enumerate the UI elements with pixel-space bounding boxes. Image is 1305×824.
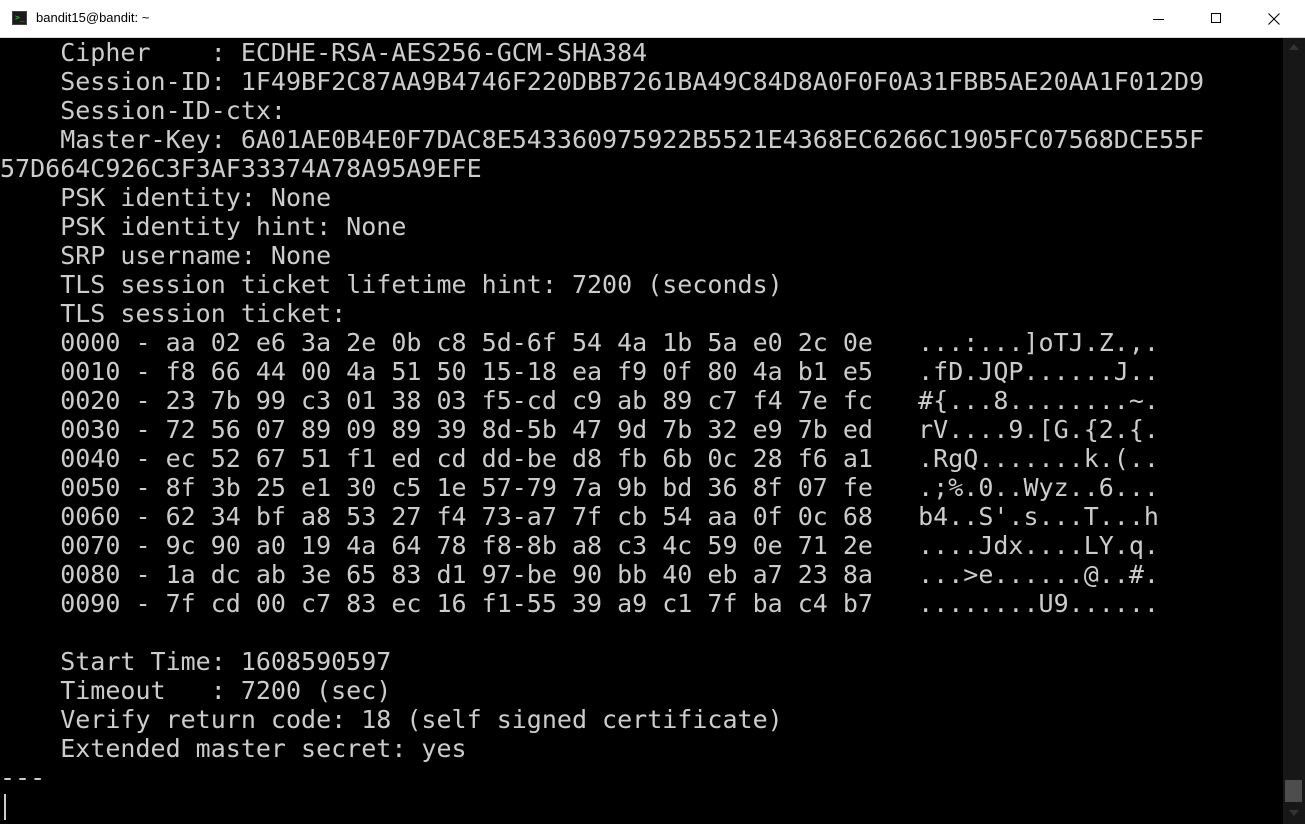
- terminal-line: 0000 - aa 02 e6 3a 2e 0b c8 5d-6f 54 4a …: [0, 328, 1159, 357]
- title-bar[interactable]: >_ bandit15@bandit: ~: [0, 0, 1305, 38]
- terminal-line: PSK identity: None: [0, 183, 332, 212]
- terminal-line: ---: [0, 763, 46, 792]
- minimize-icon: [1153, 19, 1164, 20]
- terminal-line: 0080 - 1a dc ab 3e 65 83 d1 97-be 90 bb …: [0, 560, 1159, 589]
- terminal-line: Verify return code: 18 (self signed cert…: [0, 705, 783, 734]
- terminal-line: 0020 - 23 7b 99 c3 01 38 03 f5-cd c9 ab …: [0, 386, 1159, 415]
- terminal-line: 0040 - ec 52 67 51 f1 ed cd dd-be d8 fb …: [0, 444, 1159, 473]
- arrow-up-icon: [1289, 44, 1299, 50]
- terminal-line: SRP username: None: [0, 241, 332, 270]
- close-button[interactable]: [1245, 0, 1303, 38]
- scrollbar-thumb[interactable]: [1285, 780, 1302, 802]
- terminal-line: Session-ID-ctx:: [0, 96, 286, 125]
- terminal-line: TLS session ticket lifetime hint: 7200 (…: [0, 270, 783, 299]
- window-title: bandit15@bandit: ~: [36, 10, 150, 25]
- terminal-line: 57D664C926C3F3AF33374A78A95A9EFE: [0, 154, 482, 183]
- terminal-line: TLS session ticket:: [0, 299, 347, 328]
- close-icon: [1268, 13, 1280, 25]
- terminal-line: PSK identity hint: None: [0, 212, 407, 241]
- arrow-down-icon: [1289, 810, 1299, 816]
- terminal-line: 0090 - 7f cd 00 c7 83 ec 16 f1-55 39 a9 …: [0, 589, 1159, 618]
- terminal-line: 0060 - 62 34 bf a8 53 27 f4 73-a7 7f cb …: [0, 502, 1159, 531]
- terminal-line: Timeout : 7200 (sec): [0, 676, 392, 705]
- maximize-icon: [1211, 13, 1221, 23]
- terminal-line: 0030 - 72 56 07 89 09 89 39 8d-5b 47 9d …: [0, 415, 1159, 444]
- terminal-lines: Cipher : ECDHE-RSA-AES256-GCM-SHA384 Ses…: [0, 38, 1204, 821]
- terminal-line: 0050 - 8f 3b 25 e1 30 c5 1e 57-79 7a 9b …: [0, 473, 1159, 502]
- terminal-line: 0070 - 9c 90 a0 19 4a 64 78 f8-8b a8 c3 …: [0, 531, 1159, 560]
- terminal-line: Master-Key: 6A01AE0B4E0F7DAC8E5433609759…: [0, 125, 1205, 154]
- scroll-down-button[interactable]: [1283, 804, 1305, 824]
- text-cursor: [4, 794, 6, 820]
- terminal-output[interactable]: Cipher : ECDHE-RSA-AES256-GCM-SHA384 Ses…: [0, 38, 1283, 824]
- vertical-scrollbar[interactable]: [1283, 38, 1305, 824]
- terminal-line: 0010 - f8 66 44 00 4a 51 50 15-18 ea f9 …: [0, 357, 1159, 386]
- terminal-line: Session-ID: 1F49BF2C87AA9B4746F220DBB726…: [0, 67, 1205, 96]
- terminal-line: Cipher : ECDHE-RSA-AES256-GCM-SHA384: [0, 38, 648, 67]
- terminal-line: Extended master secret: yes: [0, 734, 467, 763]
- scroll-up-button[interactable]: [1283, 38, 1305, 58]
- terminal-line: Start Time: 1608590597: [0, 647, 392, 676]
- maximize-button[interactable]: [1187, 0, 1245, 38]
- minimize-button[interactable]: [1129, 0, 1187, 38]
- terminal-icon: >_: [12, 11, 27, 25]
